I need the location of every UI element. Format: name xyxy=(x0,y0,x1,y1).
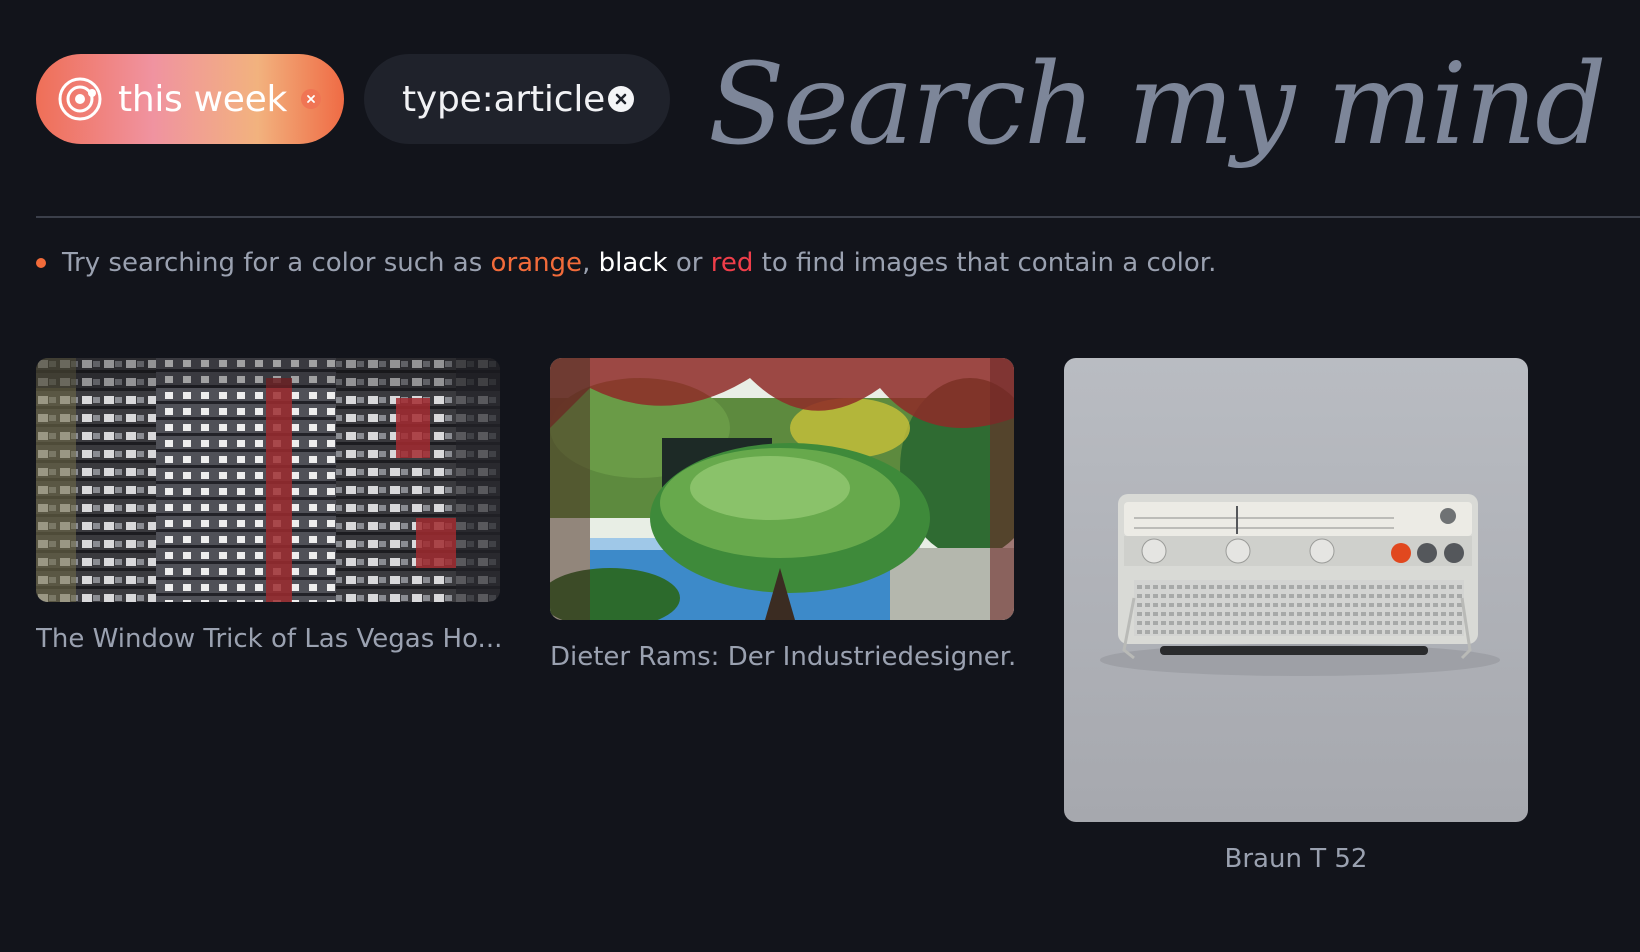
result-title[interactable]: The Window Trick of Las Vegas Ho... xyxy=(36,624,500,654)
remove-filter-button[interactable] xyxy=(608,86,634,112)
hint-color-red[interactable]: red xyxy=(711,248,754,278)
search-divider xyxy=(36,216,1640,218)
result-title[interactable]: Braun T 52 xyxy=(1064,844,1528,874)
search-hint: Try searching for a color such as orange… xyxy=(36,248,1216,278)
search-bar: this week type:article xyxy=(36,30,1640,216)
search-input[interactable] xyxy=(708,30,1608,180)
hint-bullet-icon xyxy=(36,258,46,268)
result-card[interactable]: Braun T 52 xyxy=(1064,358,1528,874)
result-card[interactable]: The Window Trick of Las Vegas Ho... xyxy=(36,358,500,654)
hint-or: or xyxy=(675,248,703,278)
hint-color-orange[interactable]: orange xyxy=(491,248,583,278)
close-icon xyxy=(307,95,315,103)
hint-suffix: to find images that contain a color. xyxy=(761,248,1217,278)
close-icon xyxy=(615,93,627,105)
result-title[interactable]: Dieter Rams: Der Industriedesigner... xyxy=(550,642,1014,672)
result-card[interactable]: Dieter Rams: Der Industriedesigner... xyxy=(550,358,1014,672)
orbit-icon xyxy=(56,75,104,123)
filter-chip-label: type:article xyxy=(402,78,606,120)
filter-chip-type[interactable]: type:article xyxy=(364,54,670,144)
hint-prefix: Try searching for a color such as xyxy=(62,248,483,278)
apartment-facade-thumbnail[interactable] xyxy=(36,358,500,602)
hint-color-black[interactable]: black xyxy=(599,248,668,278)
filter-chip-this-week[interactable]: this week xyxy=(36,54,344,144)
braun-radio-thumbnail[interactable] xyxy=(1064,358,1528,822)
filter-chip-label: this week xyxy=(118,78,288,120)
remove-filter-button[interactable] xyxy=(301,89,321,109)
hint-comma: , xyxy=(582,248,591,278)
garden-pool-thumbnail[interactable] xyxy=(550,358,1014,620)
